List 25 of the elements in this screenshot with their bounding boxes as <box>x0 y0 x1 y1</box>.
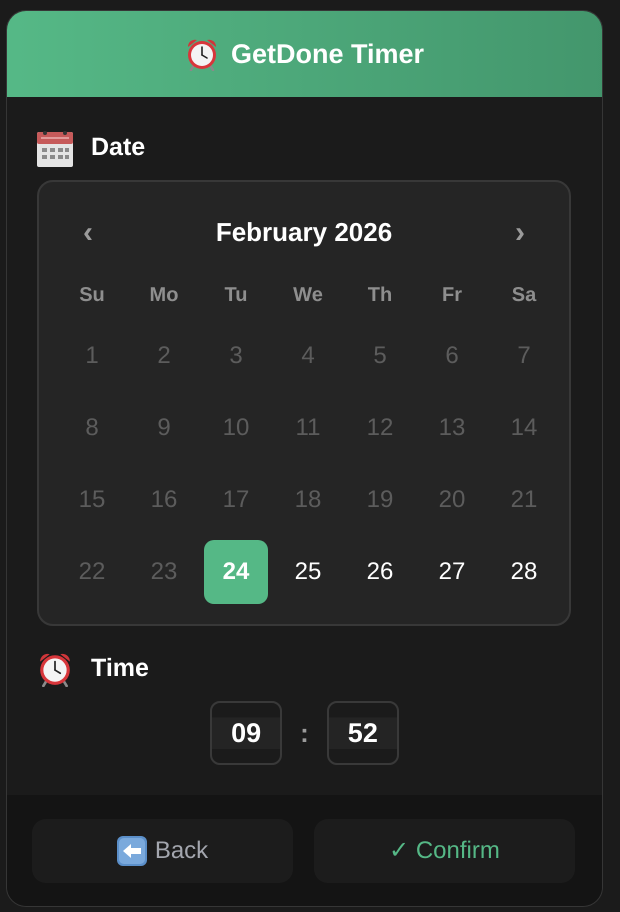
day-button[interactable]: 28 <box>492 540 556 604</box>
next-month-button[interactable]: › <box>500 212 540 252</box>
app-title: GetDone Timer <box>230 38 424 71</box>
alarm-clock-icon <box>37 651 73 687</box>
day-button[interactable]: 25 <box>276 540 340 604</box>
weekday-label: Fr <box>442 283 462 308</box>
back-button[interactable]: Back <box>32 818 293 882</box>
weekday-label: Mo <box>150 283 178 308</box>
day-button[interactable]: 27 <box>420 540 484 604</box>
weekday-label: We <box>293 283 323 308</box>
weekday-label: Su <box>79 283 105 308</box>
previous-month-button[interactable]: ‹ <box>68 212 108 252</box>
weekday-label: Sa <box>512 283 536 308</box>
time-label: Time <box>91 653 149 684</box>
confirm-button[interactable]: ✓ Confirm <box>314 818 575 882</box>
time-separator: : <box>300 716 309 750</box>
left-arrow-icon <box>116 836 147 866</box>
month-title: February 2026 <box>216 216 392 248</box>
weekday-label: Th <box>368 283 392 308</box>
weekday-label: Tu <box>224 283 248 308</box>
day-button[interactable]: 26 <box>348 540 412 604</box>
minute-field[interactable]: 52 <box>326 701 399 765</box>
calendar-icon <box>37 130 73 166</box>
date-label: Date <box>91 132 146 164</box>
hour-field[interactable]: 09 <box>210 701 282 765</box>
